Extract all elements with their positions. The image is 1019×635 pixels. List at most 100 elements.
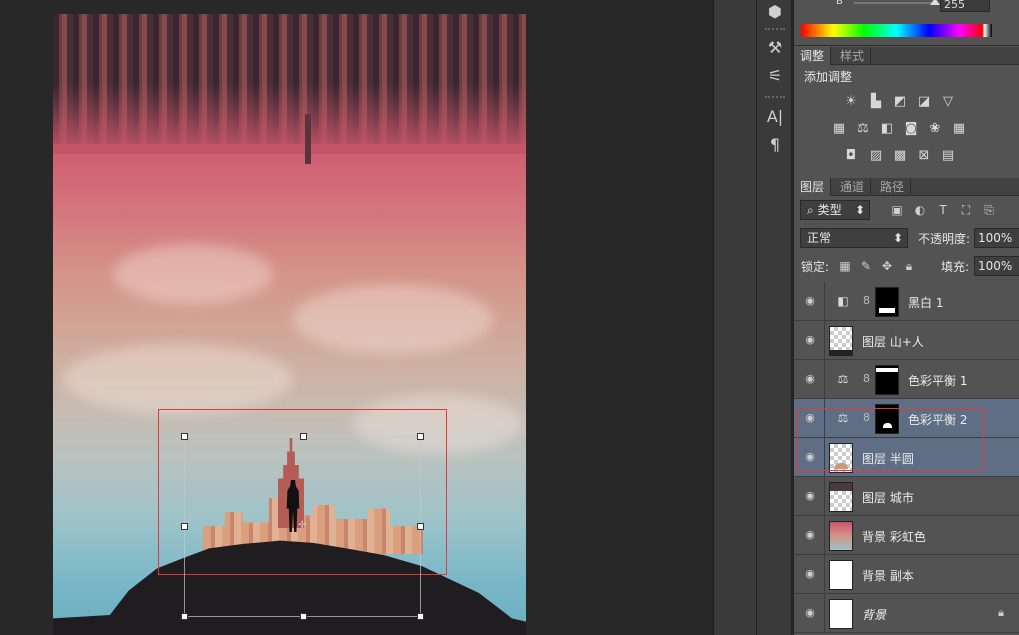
cloud-artwork xyxy=(293,284,493,354)
visibility-toggle[interactable]: ◉ xyxy=(794,516,825,555)
layer-row[interactable]: ◉ 图层 城市 xyxy=(794,477,1019,516)
eye-icon[interactable]: ◉ xyxy=(803,568,817,580)
transform-handle-bottom-left[interactable] xyxy=(181,613,188,620)
adjustments-tabbar: 调整 样式 xyxy=(794,47,1019,65)
tab-adjustments[interactable]: 调整 xyxy=(794,47,832,65)
curves-icon[interactable]: ◩ xyxy=(891,93,909,111)
lock-position-icon[interactable]: ✥ xyxy=(879,258,895,274)
layer-row[interactable]: ◉ ◧ 8 黑白 1 xyxy=(794,282,1019,321)
filter-smart-object-icon[interactable]: ⎘ xyxy=(981,202,997,218)
color-spectrum-bar[interactable] xyxy=(801,24,992,37)
visibility-toggle[interactable]: ◉ xyxy=(794,555,825,594)
layer-mask-thumbnail[interactable] xyxy=(875,365,899,395)
brightness-icon[interactable]: ☀ xyxy=(842,93,860,111)
transform-handle-top[interactable] xyxy=(300,433,307,440)
visibility-toggle[interactable]: ◉ xyxy=(794,477,825,516)
layer-row[interactable]: ◉ 背景 🔒︎ xyxy=(794,594,1019,633)
black-white-icon[interactable]: ◧ xyxy=(878,120,896,138)
color-lookup-icon[interactable]: ▦ xyxy=(950,120,968,138)
vibrance-icon[interactable]: ▽ xyxy=(939,93,957,111)
visibility-toggle[interactable]: ◉ xyxy=(794,594,825,633)
layer-row[interactable]: ◉ 背景 彩虹色 xyxy=(794,516,1019,555)
layer-thumbnail[interactable] xyxy=(829,482,853,512)
layer-mask-thumbnail[interactable] xyxy=(875,287,899,317)
channel-value-field[interactable]: 255 xyxy=(940,0,990,12)
transform-handle-top-left[interactable] xyxy=(181,433,188,440)
clone-source-icon[interactable]: ⚟ xyxy=(763,64,787,88)
layer-name[interactable]: 图层 城市 xyxy=(862,489,914,506)
selective-color-icon[interactable]: ⊠ xyxy=(915,147,933,165)
layer-thumbnail[interactable] xyxy=(829,521,853,551)
layer-row[interactable]: ◉ 背景 副本 xyxy=(794,555,1019,594)
link-icon[interactable]: 8 xyxy=(863,372,870,385)
eye-icon[interactable]: ◉ xyxy=(803,607,817,619)
fill-field[interactable]: 100% xyxy=(974,256,1019,276)
layer-name[interactable]: 背景 xyxy=(862,606,886,623)
transform-handle-bottom[interactable] xyxy=(300,613,307,620)
transform-handle-right[interactable] xyxy=(417,523,424,530)
layer-thumbnail[interactable] xyxy=(829,599,853,629)
tab-layers[interactable]: 图层 xyxy=(794,178,832,196)
brush-presets-icon[interactable]: ⚒ xyxy=(763,36,787,60)
layer-name[interactable]: 背景 彩虹色 xyxy=(862,528,926,545)
document-workspace[interactable]: ✛ xyxy=(0,0,700,635)
character-icon[interactable]: A| xyxy=(763,105,787,129)
opacity-field[interactable]: 100% xyxy=(974,228,1019,248)
lock-label: 锁定: xyxy=(801,260,830,274)
eye-icon[interactable]: ◉ xyxy=(803,334,817,346)
layer-thumbnail[interactable] xyxy=(829,560,853,590)
cloud-artwork xyxy=(113,244,273,304)
posterize-icon[interactable]: ▨ xyxy=(867,147,885,165)
exposure-icon[interactable]: ◪ xyxy=(915,93,933,111)
invert-icon[interactable]: ◘ xyxy=(842,147,860,165)
layer-row[interactable]: ◉ ⚖ 8 色彩平衡 1 xyxy=(794,360,1019,399)
color-balance-icon[interactable]: ⚖ xyxy=(854,120,872,138)
gradient-map-icon[interactable]: ▤ xyxy=(939,147,957,165)
channel-slider[interactable] xyxy=(854,2,934,4)
eye-icon[interactable]: ◉ xyxy=(803,373,817,385)
channel-mixer-icon[interactable]: ❀ xyxy=(926,120,944,138)
eye-icon[interactable]: ◉ xyxy=(803,295,817,307)
layer-filter-select[interactable]: ⌕ 类型 ⬍ xyxy=(800,200,870,220)
eye-icon[interactable]: ◉ xyxy=(803,529,817,541)
thumbnail-content xyxy=(830,483,852,491)
photo-filter-icon[interactable]: ◙ xyxy=(902,120,920,138)
transform-handle-bottom-right[interactable] xyxy=(417,613,424,620)
layer-row[interactable]: ◉ 图层 山+人 xyxy=(794,321,1019,360)
lock-all-icon[interactable]: 🔒︎ xyxy=(901,258,917,274)
layer-name[interactable]: 色彩平衡 1 xyxy=(908,372,967,389)
cube-3d-icon[interactable]: ⬢ xyxy=(763,0,787,24)
levels-icon[interactable]: ▙ xyxy=(867,93,885,111)
visibility-toggle[interactable]: ◉ xyxy=(794,321,825,360)
visibility-toggle[interactable]: ◉ xyxy=(794,360,825,399)
layer-thumbnail[interactable] xyxy=(829,326,853,356)
blend-mode-value: 正常 xyxy=(807,231,832,245)
transform-handle-top-right[interactable] xyxy=(417,433,424,440)
layer-name[interactable]: 黑白 1 xyxy=(908,294,943,311)
hue-saturation-icon[interactable]: ▦ xyxy=(830,120,848,138)
paragraph-icon[interactable]: ¶ xyxy=(763,133,787,157)
slider-thumb-icon[interactable] xyxy=(930,0,940,5)
transform-center-icon[interactable]: ✛ xyxy=(298,521,308,531)
visibility-toggle[interactable]: ◉ xyxy=(794,282,825,321)
filter-adjustment-icon[interactable]: ◐ xyxy=(912,202,928,218)
tab-paths[interactable]: 路径 xyxy=(874,178,912,196)
lock-pixels-icon[interactable]: ✎ xyxy=(858,258,874,274)
layer-name[interactable]: 图层 山+人 xyxy=(862,333,924,350)
filter-shape-icon[interactable]: ⛶ xyxy=(958,202,974,218)
filter-pixel-icon[interactable]: ▣ xyxy=(889,202,905,218)
filter-type-icon[interactable]: T xyxy=(935,202,951,218)
tab-styles[interactable]: 样式 xyxy=(834,47,872,65)
eye-icon[interactable]: ◉ xyxy=(803,490,817,502)
transform-handle-left[interactable] xyxy=(181,523,188,530)
layer-selection-outline xyxy=(797,408,983,471)
mask-shape xyxy=(876,368,898,372)
right-panels: B 255 调整 样式 添加调整 ☀ ▙ ◩ ◪ ▽ ▦ ⚖ ◧ ◙ ❀ ▦ ◘… xyxy=(793,0,1019,635)
tab-channels[interactable]: 通道 xyxy=(834,178,872,196)
threshold-icon[interactable]: ▩ xyxy=(891,147,909,165)
lock-transparent-icon[interactable]: ▦ xyxy=(837,258,853,274)
cloud-artwork xyxy=(63,344,293,414)
blend-mode-select[interactable]: 正常 ⬍ xyxy=(800,228,908,248)
layer-name[interactable]: 背景 副本 xyxy=(862,567,914,584)
link-icon[interactable]: 8 xyxy=(863,294,870,307)
